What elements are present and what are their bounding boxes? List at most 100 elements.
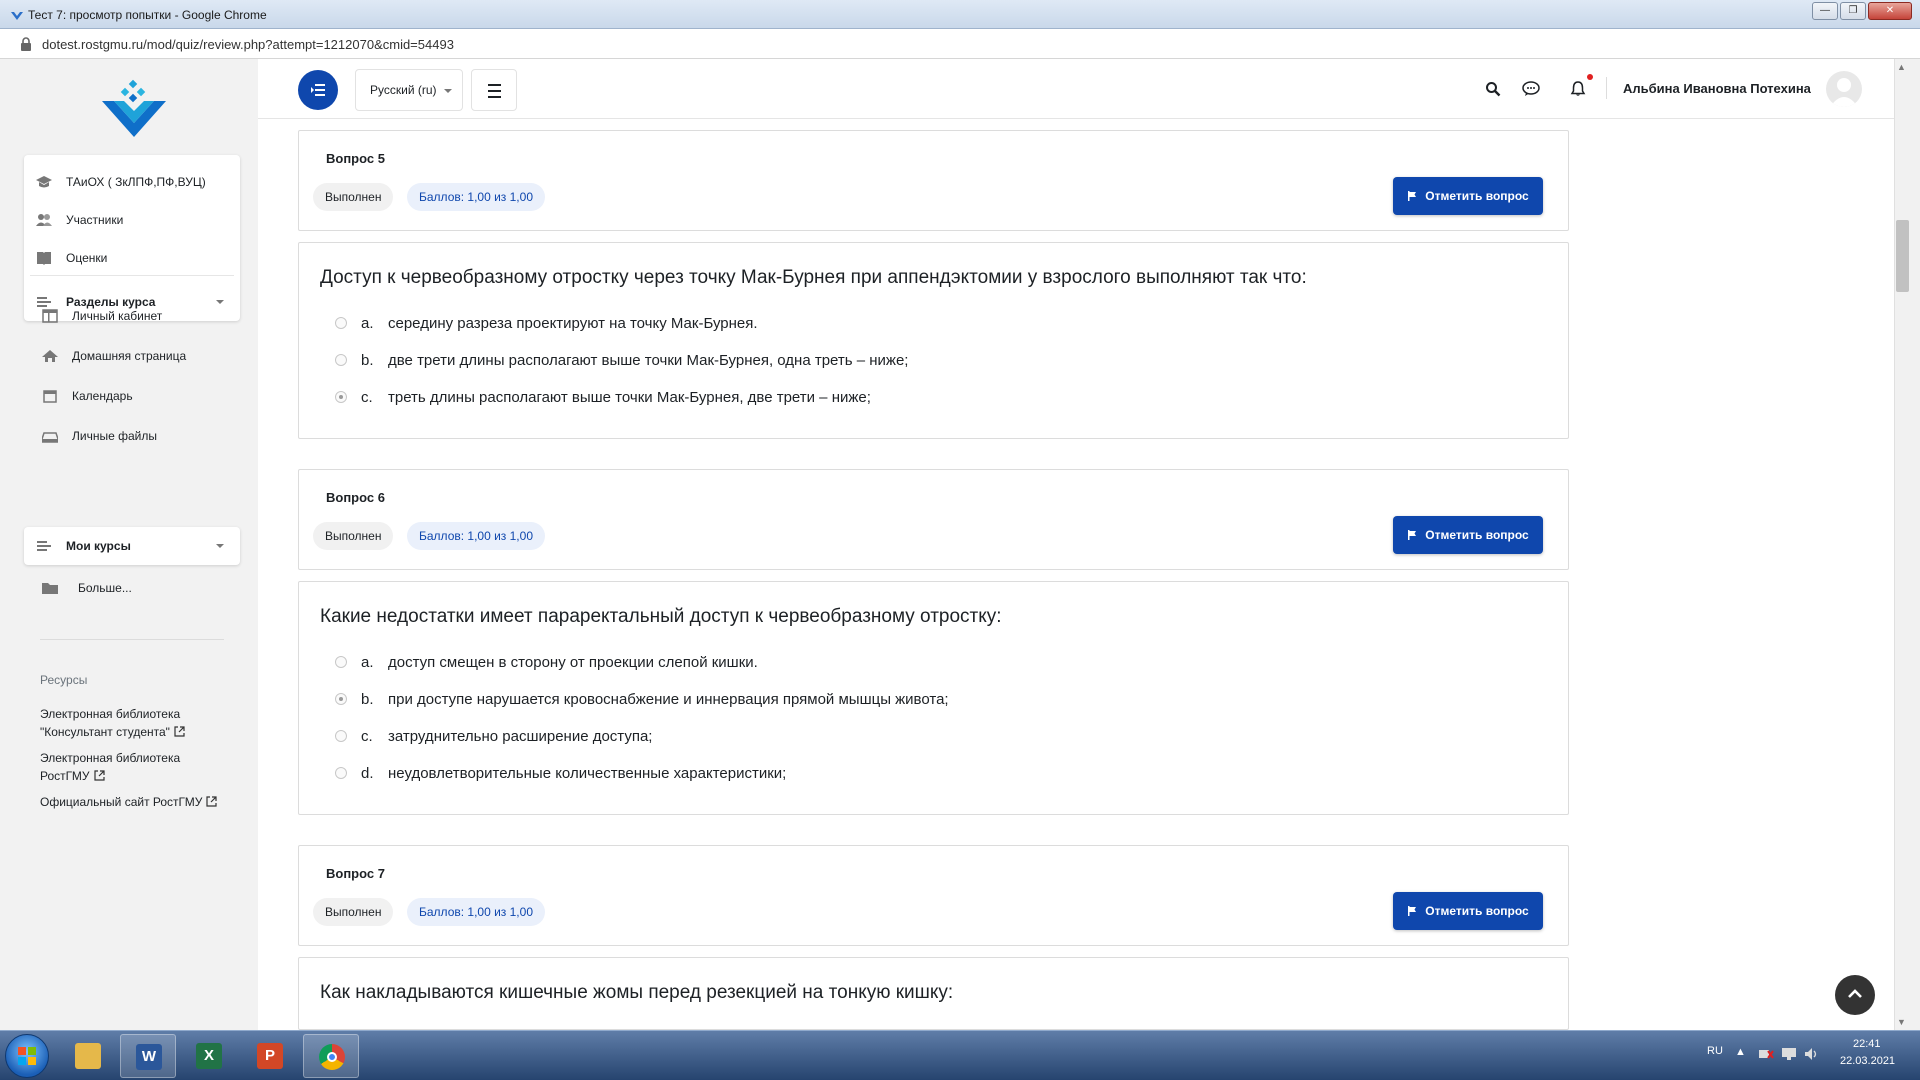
- scroll-down-icon[interactable]: ▼: [1897, 1017, 1906, 1027]
- sidebar-item-private-files[interactable]: Личные файлы: [42, 425, 157, 447]
- minimize-button[interactable]: —: [1812, 2, 1838, 20]
- clock-time[interactable]: 22:41: [1853, 1038, 1881, 1050]
- user-name[interactable]: Альбина Ивановна Потехина: [1623, 81, 1811, 96]
- search-icon[interactable]: [1485, 81, 1501, 97]
- chevron-down-icon: [216, 544, 224, 548]
- monitor-icon[interactable]: [1781, 1047, 1797, 1061]
- language-indicator[interactable]: RU: [1707, 1045, 1723, 1057]
- answer-option: c. треть длины располагают выше точки Ма…: [335, 387, 871, 407]
- custom-menu-button[interactable]: [471, 69, 517, 111]
- hamburger-icon: [488, 96, 501, 98]
- flag-question-label: Отметить вопрос: [1425, 904, 1529, 918]
- answer-radio: [335, 730, 347, 742]
- window-titlebar: Тест 7: просмотр попытки - Google Chrome…: [0, 0, 1920, 29]
- start-button[interactable]: [5, 1034, 49, 1078]
- close-button[interactable]: ✕: [1868, 2, 1912, 20]
- question-text: Какие недостатки имеет параректальный до…: [320, 606, 1002, 627]
- question-text: Как накладываются кишечные жомы перед ре…: [320, 982, 954, 1003]
- answer-text: доступ смещен в сторону от проекции слеп…: [388, 653, 758, 671]
- restore-button[interactable]: ❐: [1840, 2, 1866, 20]
- user-avatar-icon: [1830, 78, 1858, 107]
- scroll-up-icon[interactable]: ▲: [1897, 62, 1906, 72]
- avatar[interactable]: [1826, 71, 1862, 107]
- question-info-5: Вопрос 5 Выполнен Баллов: 1,00 из 1,00 О…: [298, 130, 1569, 231]
- tray-expand-icon[interactable]: ▲: [1735, 1046, 1746, 1058]
- address-bar[interactable]: dotest.rostgmu.ru/mod/quiz/review.php?at…: [0, 29, 1920, 59]
- resource-link-line: Электронная библиотека: [40, 751, 181, 765]
- nav-drawer: ТАиОХ ( ЗкЛПФ,ПФ,ВУЦ) Участники Оценки Р…: [0, 59, 258, 1030]
- messages-icon[interactable]: [1522, 81, 1540, 97]
- answer-radio-selected: [335, 391, 347, 403]
- sidebar-item-label: Домашняя страница: [72, 349, 187, 363]
- answer-option: a. доступ смещен в сторону от проекции с…: [335, 652, 758, 672]
- resource-link-line: "Консультант студента": [40, 725, 170, 739]
- answer-letter: a.: [361, 653, 374, 671]
- taskbar-excel[interactable]: X: [181, 1034, 237, 1078]
- taskbar-powerpoint[interactable]: P: [242, 1034, 298, 1078]
- back-to-top-button[interactable]: [1835, 975, 1875, 1015]
- book-icon: [37, 252, 51, 265]
- answer-option: a. середину разреза проектируют на точку…: [335, 313, 758, 333]
- word-icon: W: [136, 1044, 162, 1070]
- question-content-5: Доступ к червеобразному отростку через т…: [298, 242, 1569, 439]
- taskbar-word[interactable]: W: [120, 1034, 176, 1078]
- answer-option: d. неудовлетворительные количественные х…: [335, 763, 786, 783]
- hamburger-icon: [488, 90, 501, 92]
- resource-link-consultant[interactable]: Электронная библиотека "Консультант студ…: [40, 705, 185, 741]
- sidebar-item-my-courses[interactable]: Мои курсы: [36, 535, 232, 557]
- sidebar-item-label: ТАиОХ ( ЗкЛПФ,ПФ,ВУЦ): [66, 175, 206, 189]
- sidebar-item-more[interactable]: Больше...: [42, 577, 132, 599]
- sidebar-item-dashboard[interactable]: Личный кабинет: [42, 305, 162, 327]
- site-logo-icon[interactable]: [100, 79, 168, 145]
- page-scrollbar[interactable]: [1894, 59, 1920, 1030]
- url-text[interactable]: dotest.rostgmu.ru/mod/quiz/review.php?at…: [42, 37, 454, 52]
- sidebar-item-participants[interactable]: Участники: [36, 209, 123, 231]
- answer-option: c. затруднительно расширение доступа;: [335, 726, 652, 746]
- flag-question-label: Отметить вопрос: [1425, 528, 1529, 542]
- resource-link-line: Официальный сайт РостГМУ: [40, 795, 203, 809]
- flag-question-button[interactable]: Отметить вопрос: [1393, 892, 1543, 930]
- grade-badge: Баллов: 1,00 из 1,00: [407, 183, 545, 211]
- taskbar-explorer[interactable]: [60, 1034, 116, 1078]
- answer-text: при доступе нарушается кровоснабжение и …: [388, 690, 949, 708]
- sidebar-item-label: Участники: [66, 213, 124, 227]
- flag-question-button[interactable]: Отметить вопрос: [1393, 177, 1543, 215]
- scrollbar-thumb[interactable]: [1896, 220, 1909, 292]
- grade-badge: Баллов: 1,00 из 1,00: [407, 522, 545, 550]
- sidebar-item-course[interactable]: ТАиОХ ( ЗкЛПФ,ПФ,ВУЦ): [36, 171, 206, 193]
- graduation-cap-icon: [36, 176, 52, 188]
- moodle-favicon-icon: [11, 12, 23, 20]
- users-icon: [36, 214, 52, 226]
- sidebar-divider: [40, 639, 224, 640]
- language-menu[interactable]: Русский (ru): [355, 69, 463, 111]
- volume-icon[interactable]: [1804, 1047, 1820, 1061]
- flag-question-button[interactable]: Отметить вопрос: [1393, 516, 1543, 554]
- indent-icon: [311, 84, 325, 96]
- sidebar-item-label: Мои курсы: [66, 539, 131, 553]
- dashboard-icon: [42, 309, 58, 323]
- question-title: Вопрос 5: [326, 151, 385, 166]
- drawer-toggle-button[interactable]: [298, 70, 338, 110]
- answer-option: b. при доступе нарушается кровоснабжение…: [335, 689, 949, 709]
- resource-link-library[interactable]: Электронная библиотека РостГМУ: [40, 749, 180, 785]
- powerpoint-icon: P: [257, 1043, 283, 1069]
- sidebar-item-home[interactable]: Домашняя страница: [42, 345, 186, 367]
- answer-letter: b.: [361, 351, 374, 369]
- home-icon: [42, 350, 58, 362]
- clock-date[interactable]: 22.03.2021: [1840, 1055, 1895, 1067]
- answer-letter: a.: [361, 314, 374, 332]
- bell-icon[interactable]: [1570, 81, 1586, 97]
- resource-link-official-site[interactable]: Официальный сайт РостГМУ: [40, 793, 218, 811]
- external-link-icon: [93, 770, 105, 781]
- sidebar-item-grades[interactable]: Оценки: [36, 247, 107, 269]
- network-icon[interactable]: [1758, 1047, 1774, 1061]
- question-content-7: Как накладываются кишечные жомы перед ре…: [298, 957, 1569, 1030]
- chrome-icon: [319, 1044, 345, 1070]
- taskbar-chrome[interactable]: [303, 1034, 359, 1078]
- sidebar-item-calendar[interactable]: Календарь: [42, 385, 133, 407]
- sidebar-item-label: Личные файлы: [72, 429, 157, 443]
- answer-radio-selected: [335, 693, 347, 705]
- my-courses-card[interactable]: Мои курсы: [24, 527, 240, 565]
- sidebar-item-label: Оценки: [66, 251, 108, 265]
- resource-link-line: Электронная библиотека: [40, 707, 181, 721]
